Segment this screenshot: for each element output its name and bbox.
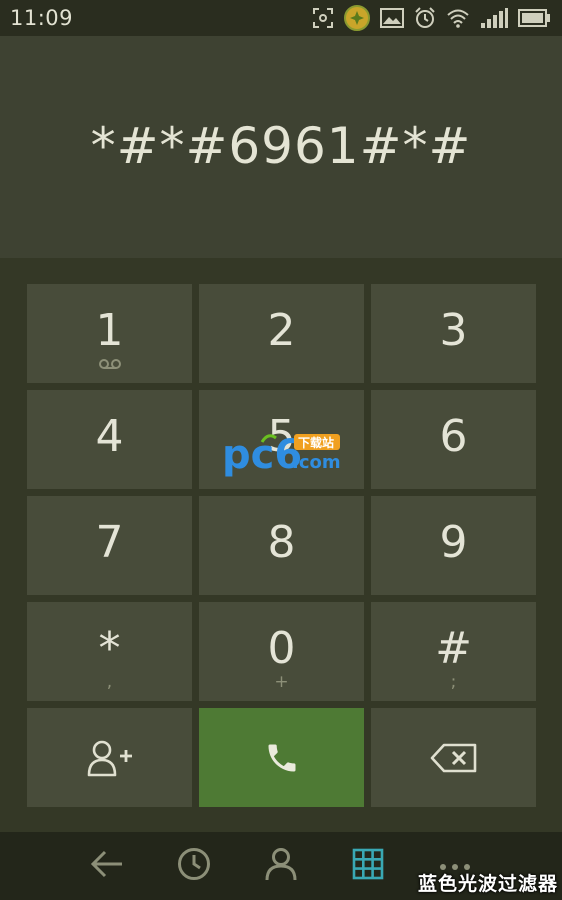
bottom-nav: 蓝色光波过滤器 xyxy=(0,832,562,900)
call-button[interactable] xyxy=(199,708,364,807)
signal-icon xyxy=(480,8,508,28)
number-display[interactable]: *#*#6961#*# xyxy=(0,36,562,258)
key-4[interactable]: 4 xyxy=(27,390,192,489)
dialpad: 1 2 3 4 5 6 7 8 9 * , 0 + # ; xyxy=(27,284,536,807)
key-sub-label: + xyxy=(274,672,289,692)
key-star[interactable]: * , xyxy=(27,602,192,701)
status-icons xyxy=(312,5,550,31)
status-bar: 11:09 xyxy=(0,0,562,36)
key-digit: 8 xyxy=(267,516,296,568)
key-2[interactable]: 2 xyxy=(199,284,364,383)
screenshot-frame-icon xyxy=(312,7,334,29)
key-digit: 6 xyxy=(439,410,468,462)
key-7[interactable]: 7 xyxy=(27,496,192,595)
status-clock: 11:09 xyxy=(10,6,74,30)
key-digit: 0 xyxy=(267,622,296,674)
dialpad-icon xyxy=(352,848,384,884)
key-digit: 9 xyxy=(439,516,468,568)
app-notification-icon xyxy=(344,5,370,31)
key-8[interactable]: 8 xyxy=(199,496,364,595)
dialed-number: *#*#6961#*# xyxy=(90,117,472,175)
battery-icon xyxy=(518,9,550,27)
wifi-icon xyxy=(446,8,470,28)
nav-contacts[interactable] xyxy=(256,846,306,886)
key-digit: 2 xyxy=(267,304,296,356)
key-digit: 1 xyxy=(95,304,124,356)
key-3[interactable]: 3 xyxy=(371,284,536,383)
clock-icon xyxy=(177,847,211,885)
key-digit: # xyxy=(435,622,472,674)
add-contact-icon xyxy=(87,738,133,778)
nav-dialpad[interactable] xyxy=(343,846,393,886)
backspace-button[interactable] xyxy=(371,708,536,807)
key-hash[interactable]: # ; xyxy=(371,602,536,701)
nav-back[interactable] xyxy=(82,846,132,886)
key-digit: 7 xyxy=(95,516,124,568)
key-0[interactable]: 0 + xyxy=(199,602,364,701)
caption-overlay: 蓝色光波过滤器 xyxy=(417,873,558,895)
key-1[interactable]: 1 xyxy=(27,284,192,383)
person-icon xyxy=(265,847,297,885)
key-digit: 3 xyxy=(439,304,468,356)
add-contact-button[interactable] xyxy=(27,708,192,807)
backspace-icon xyxy=(430,743,478,773)
image-notification-icon xyxy=(380,8,404,28)
keypad-area: 1 2 3 4 5 6 7 8 9 * , 0 + # ; xyxy=(0,258,562,832)
voicemail-icon xyxy=(27,356,192,373)
key-5[interactable]: 5 xyxy=(199,390,364,489)
back-icon xyxy=(90,849,124,883)
nav-recents[interactable] xyxy=(169,846,219,886)
key-6[interactable]: 6 xyxy=(371,390,536,489)
key-sub-label: , xyxy=(106,672,113,692)
alarm-icon xyxy=(414,7,436,29)
key-digit: * xyxy=(98,622,121,674)
key-digit: 5 xyxy=(267,410,296,462)
key-digit: 4 xyxy=(95,410,124,462)
key-sub-label: ; xyxy=(450,672,457,692)
key-9[interactable]: 9 xyxy=(371,496,536,595)
phone-icon xyxy=(264,740,300,776)
